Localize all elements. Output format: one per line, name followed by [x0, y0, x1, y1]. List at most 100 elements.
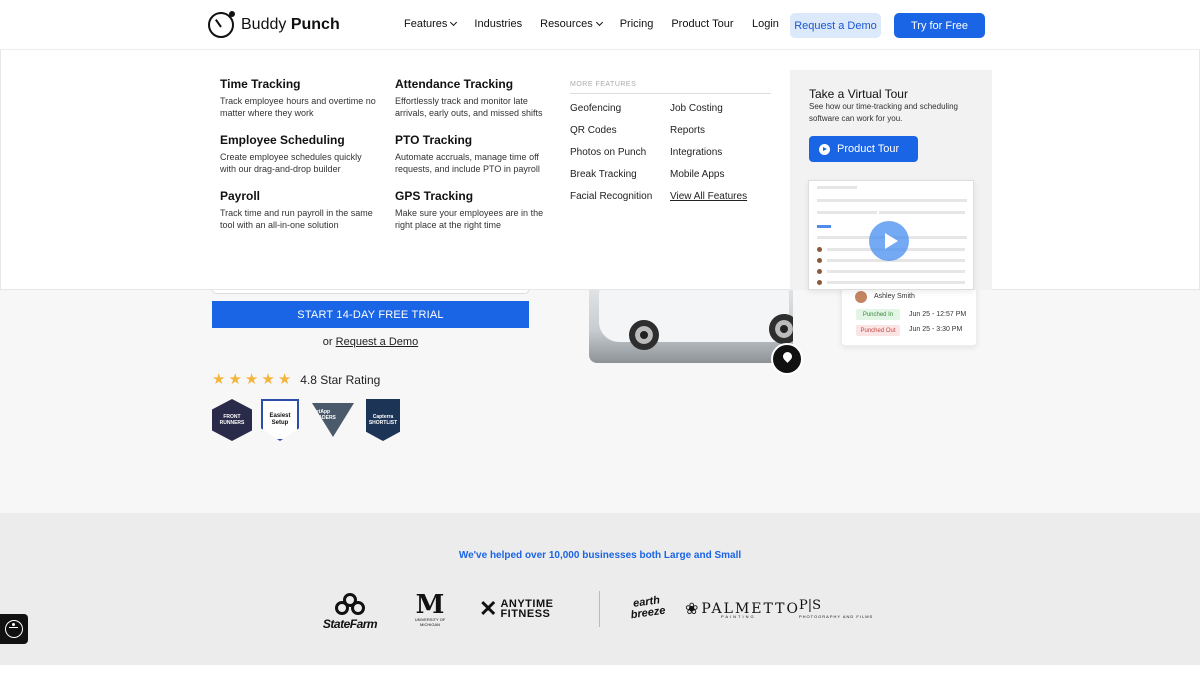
menu-link-job-costing[interactable]: Job Costing	[670, 103, 723, 114]
virtual-tour-panel: Take a Virtual Tour See how our time-tra…	[790, 70, 992, 290]
logos-heading: We've helped over 10,000 businesses both…	[458, 550, 742, 561]
request-demo-button[interactable]: Request a Demo	[790, 13, 881, 38]
menu-link-geofencing[interactable]: Geofencing	[570, 103, 621, 114]
anytime-fitness-logo: ✕ ANYTIME FITNESS	[479, 598, 553, 620]
or-text: or	[322, 336, 333, 348]
punch-status-card: Ashley Smith Punched In Jun 25 - 12:57 P…	[841, 284, 977, 346]
menu-feature-pto-tracking[interactable]: PTO Tracking Automate accruals, manage t…	[395, 133, 555, 175]
menu-feature-employee-scheduling[interactable]: Employee Scheduling Create employee sche…	[220, 133, 380, 175]
menu-link-reports[interactable]: Reports	[670, 125, 705, 136]
menu-link-integrations[interactable]: Integrations	[670, 147, 722, 158]
statefarm-name: StateFarm	[322, 617, 378, 631]
badge-label: Capterra SHORTLIST	[366, 399, 400, 441]
brand-logo[interactable]: Buddy Punch	[208, 11, 340, 38]
statefarm-rings-icon	[335, 593, 365, 615]
badge-label: Easiest Setup	[261, 399, 299, 441]
palm-tree-icon: ❀	[685, 601, 699, 618]
feature-title: Payroll	[220, 189, 261, 203]
nav-label: Product Tour	[671, 18, 734, 30]
feature-title: GPS Tracking	[395, 189, 474, 203]
request-demo-link[interactable]: Request a Demo	[336, 336, 419, 348]
avatar	[817, 280, 822, 285]
thumb-line	[827, 270, 965, 273]
nav-features[interactable]: Features	[404, 18, 458, 30]
star-icon: ★	[261, 371, 275, 388]
nav-pricing[interactable]: Pricing	[620, 18, 654, 30]
start-trial-button[interactable]: START 14-DAY FREE TRIAL	[212, 301, 529, 328]
nav-industries[interactable]: Industries	[474, 18, 522, 30]
product-tour-video-thumbnail[interactable]	[808, 180, 974, 290]
chevron-down-icon	[595, 18, 603, 27]
menu-link-break-tracking[interactable]: Break Tracking	[570, 169, 637, 180]
star-icon: ★	[244, 371, 259, 388]
more-features-label: MORE FEATURES	[570, 81, 637, 88]
location-pin-icon	[771, 343, 803, 375]
nav-label: Pricing	[619, 18, 654, 30]
ps-mark: P|S	[799, 598, 822, 613]
statefarm-logo: StateFarm	[319, 593, 381, 631]
running-man-icon: ✕	[479, 596, 498, 621]
ps-photography-logo: P|S PHOTOGRAPHY AND FILMS	[799, 599, 873, 619]
menu-link-mobile-apps[interactable]: Mobile Apps	[670, 169, 724, 180]
feature-desc: Create employee schedules quickly with o…	[220, 152, 362, 174]
badge-label: GetApp LEADERS	[312, 403, 354, 437]
thumb-line	[817, 225, 831, 228]
thumb-line	[879, 211, 965, 214]
thumb-line	[827, 281, 965, 284]
van-photo	[589, 290, 793, 363]
nav-product-tour[interactable]: Product Tour	[671, 18, 733, 30]
earth-breeze-logo: earth breeze	[629, 594, 666, 621]
tour-title: Take a Virtual Tour	[809, 87, 908, 101]
play-icon[interactable]	[869, 221, 909, 261]
divider	[570, 93, 771, 94]
fitness-line: FITNESS	[500, 608, 551, 620]
front-runners-badge: FRONT RUNNERS	[212, 399, 252, 441]
site-header: Buddy Punch Features Industries Resource…	[0, 0, 1200, 50]
feature-desc: Automate accruals, manage time off reque…	[395, 152, 540, 174]
capterra-shortlist-badge: Capterra SHORTLIST	[366, 399, 406, 441]
customer-logos-section: We've helped over 10,000 businesses both…	[0, 513, 1200, 665]
getapp-leaders-badge: GetApp LEADERS	[312, 399, 354, 441]
menu-link-view-all-features[interactable]: View All Features	[670, 191, 747, 202]
van-wheel	[629, 320, 659, 350]
features-mega-menu: Time Tracking Track employee hours and o…	[0, 50, 1200, 290]
menu-link-facial-recognition[interactable]: Facial Recognition	[570, 191, 652, 202]
punched-out-badge: Punched Out	[856, 325, 900, 336]
chevron-down-icon	[450, 18, 458, 27]
login-link[interactable]: Login	[752, 18, 779, 30]
play-icon	[819, 143, 830, 155]
michigan-sub: UNIVERSITY OF MICHIGAN	[414, 617, 446, 627]
feature-desc: Track employee hours and overtime no mat…	[220, 96, 376, 118]
menu-link-photos-on-punch[interactable]: Photos on Punch	[570, 147, 646, 158]
try-free-button[interactable]: Try for Free	[894, 13, 985, 38]
feature-title: Attendance Tracking	[395, 77, 514, 91]
accessibility-button[interactable]	[0, 614, 28, 644]
punch-out-time: Jun 25 - 3:30 PM	[909, 326, 963, 333]
feature-desc: Make sure your employees are in the righ…	[395, 208, 544, 230]
menu-feature-time-tracking[interactable]: Time Tracking Track employee hours and o…	[220, 77, 380, 119]
nav-resources[interactable]: Resources	[540, 18, 603, 30]
stopwatch-icon	[208, 11, 235, 38]
brand-name-regular: Buddy	[241, 16, 287, 33]
thumb-line	[817, 186, 857, 189]
star-icon: ★	[228, 371, 242, 388]
menu-feature-payroll[interactable]: Payroll Track time and run payroll in th…	[220, 189, 380, 231]
avatar	[817, 247, 822, 252]
nav-label: Features	[404, 18, 448, 30]
van-wheel	[769, 314, 793, 344]
punch-in-time: Jun 25 - 12:57 PM	[909, 311, 967, 318]
employee-name: Ashley Smith	[874, 293, 915, 300]
divider	[599, 591, 600, 627]
product-tour-button[interactable]: Product Tour	[809, 136, 918, 162]
menu-feature-gps-tracking[interactable]: GPS Tracking Make sure your employees ar…	[395, 189, 555, 231]
nav-label: Resources	[540, 18, 593, 30]
menu-link-qr-codes[interactable]: QR Codes	[570, 125, 617, 136]
nav-label: Industries	[474, 18, 523, 30]
star-icon: ★	[212, 371, 226, 388]
brand-name-bold: Punch	[290, 16, 340, 33]
feature-title: Time Tracking	[220, 77, 301, 91]
punched-in-badge: Punched In	[856, 309, 900, 320]
michigan-logo: M UNIVERSITY OF MICHIGAN	[414, 592, 446, 627]
menu-feature-attendance-tracking[interactable]: Attendance Tracking Effortlessly track a…	[395, 77, 555, 119]
anytime-text: ANYTIME FITNESS	[500, 599, 553, 620]
